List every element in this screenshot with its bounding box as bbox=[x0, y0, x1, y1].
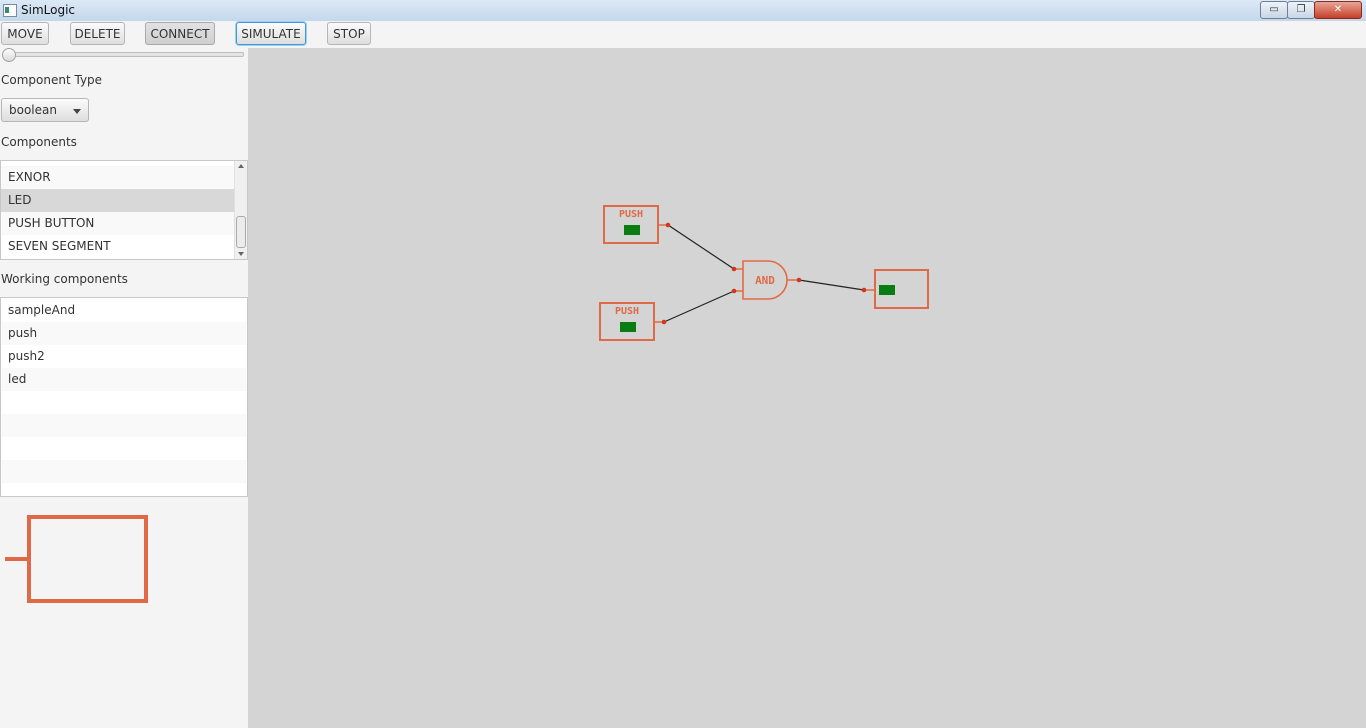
connect-button[interactable]: CONNECT bbox=[145, 22, 215, 45]
led-component[interactable] bbox=[861, 269, 929, 309]
delete-button[interactable]: DELETE bbox=[70, 22, 125, 45]
list-item[interactable]: led bbox=[1, 368, 247, 391]
toolbar: MOVE DELETE CONNECT SIMULATE STOP bbox=[0, 21, 1366, 48]
list-item[interactable]: push2 bbox=[1, 345, 247, 368]
push-button-2[interactable]: PUSH bbox=[599, 302, 667, 341]
push2-label: PUSH bbox=[615, 306, 639, 317]
dropdown-arrow-icon bbox=[73, 109, 81, 114]
list-item-empty bbox=[1, 391, 247, 414]
list-item-empty bbox=[1, 460, 247, 483]
component-type-value: boolean bbox=[9, 103, 57, 117]
zoom-slider[interactable] bbox=[2, 48, 244, 62]
led-indicator bbox=[879, 285, 895, 295]
minimize-button[interactable]: ▭ bbox=[1260, 1, 1288, 19]
push1-indicator bbox=[624, 225, 640, 235]
push2-pin-dot[interactable] bbox=[661, 319, 667, 325]
stop-button[interactable]: STOP bbox=[327, 22, 371, 45]
component-type-select[interactable]: boolean bbox=[1, 98, 89, 122]
led-pin-dot[interactable] bbox=[861, 287, 867, 293]
components-scrollbar[interactable] bbox=[234, 161, 247, 259]
move-button[interactable]: MOVE bbox=[1, 22, 49, 45]
left-panel: Component Type boolean Components EXNOR … bbox=[0, 48, 248, 728]
list-item[interactable]: EXNOR bbox=[1, 166, 236, 189]
component-type-label: Component Type bbox=[1, 73, 103, 87]
working-components-list[interactable]: sampleAnd push push2 led bbox=[0, 297, 248, 497]
and-out-dot[interactable] bbox=[796, 277, 802, 283]
app-icon bbox=[3, 4, 17, 17]
title-bar: SimLogic ▭ ❐ ✕ bbox=[0, 0, 1366, 22]
list-item-empty bbox=[1, 437, 247, 460]
list-item[interactable]: PUSH BUTTON bbox=[1, 212, 236, 235]
scroll-up-icon[interactable] bbox=[238, 164, 244, 168]
list-item[interactable]: sampleAnd bbox=[1, 299, 247, 322]
list-item[interactable]: push bbox=[1, 322, 247, 345]
circuit-canvas[interactable]: PUSH PUSH AND bbox=[248, 48, 1366, 728]
components-list[interactable]: EXNOR LED PUSH BUTTON SEVEN SEGMENT bbox=[0, 160, 248, 260]
push1-pin-dot[interactable] bbox=[665, 222, 671, 228]
working-components-label: Working components bbox=[1, 272, 128, 286]
list-item-empty bbox=[1, 414, 247, 437]
close-button[interactable]: ✕ bbox=[1314, 1, 1362, 19]
and-in2-dot[interactable] bbox=[731, 288, 737, 294]
push-button-1[interactable]: PUSH bbox=[603, 205, 671, 244]
and-gate[interactable]: AND bbox=[731, 260, 802, 300]
wire-push1-and[interactable] bbox=[667, 224, 735, 270]
slider-thumb[interactable] bbox=[2, 48, 16, 62]
window-title: SimLogic bbox=[21, 3, 76, 17]
maximize-button[interactable]: ❐ bbox=[1287, 1, 1315, 19]
list-item[interactable]: LED bbox=[1, 189, 236, 212]
wire-push2-and[interactable] bbox=[663, 290, 735, 323]
list-item[interactable]: SEVEN SEGMENT bbox=[1, 235, 236, 258]
wire-and-led[interactable] bbox=[798, 279, 865, 291]
and-in1-dot[interactable] bbox=[731, 266, 737, 272]
push2-indicator bbox=[620, 322, 636, 332]
component-preview bbox=[5, 515, 148, 603]
components-label: Components bbox=[1, 135, 77, 149]
scroll-thumb[interactable] bbox=[236, 216, 246, 248]
preview-led-body bbox=[27, 515, 148, 603]
and-gate-label: AND bbox=[755, 274, 775, 287]
push1-label: PUSH bbox=[619, 209, 643, 220]
simulate-button[interactable]: SIMULATE bbox=[236, 22, 306, 45]
circuit-diagram[interactable]: PUSH PUSH AND bbox=[248, 48, 1366, 728]
scroll-down-icon[interactable] bbox=[238, 252, 244, 256]
